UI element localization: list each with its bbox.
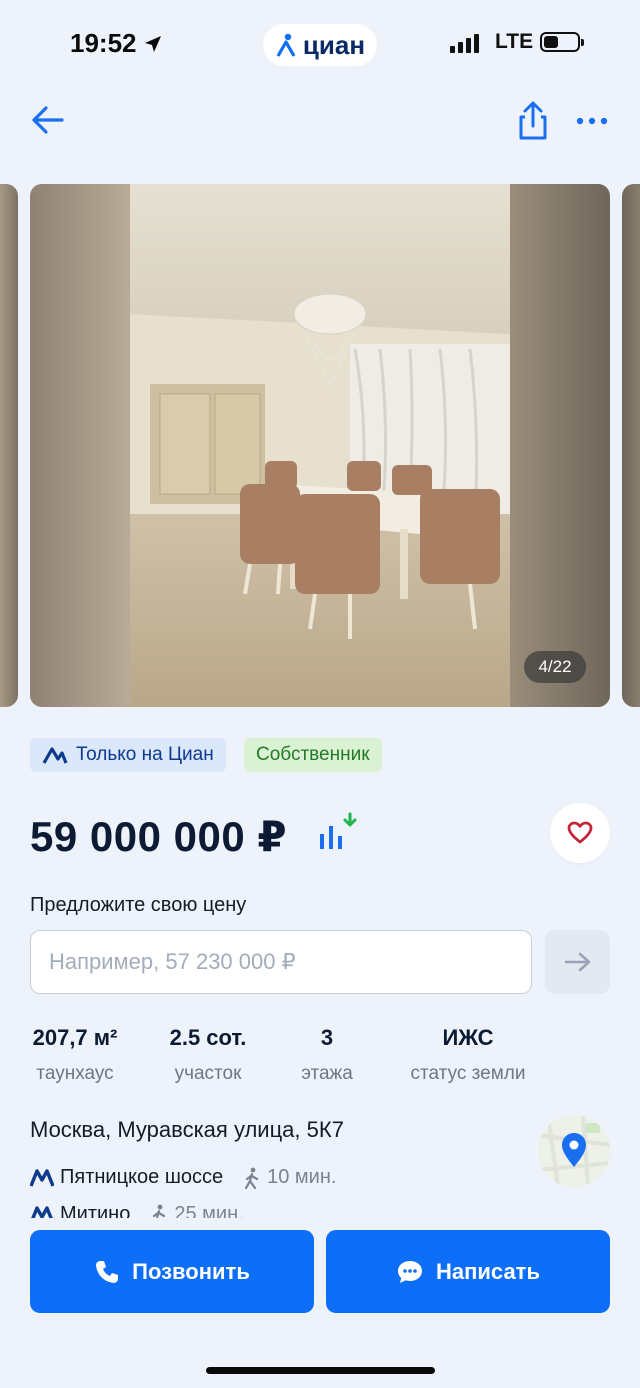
call-button-label: Позвонить [132, 1258, 250, 1284]
fact-plot: 2.5 сот. участок [162, 1025, 254, 1085]
heart-icon [567, 821, 593, 844]
only-on-cian-badge: Только на Циан [30, 738, 226, 772]
offer-submit-button[interactable] [545, 930, 610, 994]
back-button[interactable] [28, 100, 68, 140]
walk-time-text: 10 мин. [267, 1166, 337, 1188]
gallery-next-photo[interactable] [622, 184, 640, 707]
cian-logo-icon [276, 33, 296, 57]
fact-label: участок [174, 1063, 242, 1084]
battery-icon [540, 32, 584, 52]
share-button[interactable] [513, 100, 553, 142]
status-time: 19:52 [70, 28, 163, 59]
fact-value: 3 [320, 1025, 334, 1050]
fact-floors: 3 этажа [290, 1025, 364, 1085]
gallery-counter: 4/22 [524, 651, 586, 683]
signal-icon [450, 33, 479, 53]
status-time-text: 19:52 [70, 28, 137, 58]
fact-label: таунхаус [36, 1063, 114, 1084]
phone-icon [96, 1260, 119, 1283]
fact-value: 207,7 м² [32, 1025, 118, 1050]
brand-name: циан [302, 29, 366, 60]
walk-time: 10 мин. [243, 1166, 336, 1189]
more-button[interactable] [572, 106, 612, 136]
offer-label: Предложите свою цену [30, 894, 247, 916]
gallery-prev-photo[interactable] [0, 184, 18, 707]
offer-price-input[interactable] [30, 930, 532, 994]
fact-value: ИЖС [442, 1025, 494, 1050]
only-on-cian-text: Только на Циан [76, 744, 214, 765]
price-history-button[interactable] [316, 812, 362, 854]
more-icon [576, 117, 608, 125]
price: 59 000 000 ₽ [30, 813, 288, 860]
metro-item[interactable]: Пятницкое шоссе 10 мин. [30, 1166, 336, 1189]
fact-land-status: ИЖС статус земли [398, 1025, 538, 1085]
fact-value: 2.5 сот. [169, 1025, 247, 1050]
share-icon [519, 101, 547, 140]
map-thumbnail[interactable] [538, 1115, 610, 1187]
arrow-left-icon [32, 106, 64, 134]
owner-badge: Собственник [244, 738, 382, 772]
fact-label: этажа [301, 1063, 353, 1084]
location-arrow-icon [144, 35, 161, 52]
favorite-button[interactable] [550, 803, 610, 863]
chart-icon [320, 812, 357, 849]
cian-mark-icon [42, 747, 68, 764]
message-button[interactable]: Написать [326, 1230, 610, 1313]
walk-icon [245, 1167, 259, 1189]
network-type: LTE [495, 30, 534, 53]
arrow-right-icon [564, 952, 590, 972]
chat-icon [398, 1260, 422, 1283]
location-pin-icon [538, 1115, 610, 1187]
message-button-label: Написать [436, 1258, 540, 1284]
dining-room-photo [30, 184, 610, 707]
address: Москва, Муравская улица, 5К7 [30, 1117, 344, 1142]
fact-area: 207,7 м² таунхаус [30, 1025, 120, 1085]
metro-icon [30, 1168, 54, 1187]
fact-label: статус земли [410, 1063, 526, 1084]
call-button[interactable]: Позвонить [30, 1230, 314, 1313]
metro-station: Пятницкое шоссе [60, 1166, 224, 1188]
listing-photo[interactable] [30, 184, 610, 707]
brand-pill: циан [263, 24, 377, 66]
home-indicator[interactable] [206, 1367, 435, 1374]
